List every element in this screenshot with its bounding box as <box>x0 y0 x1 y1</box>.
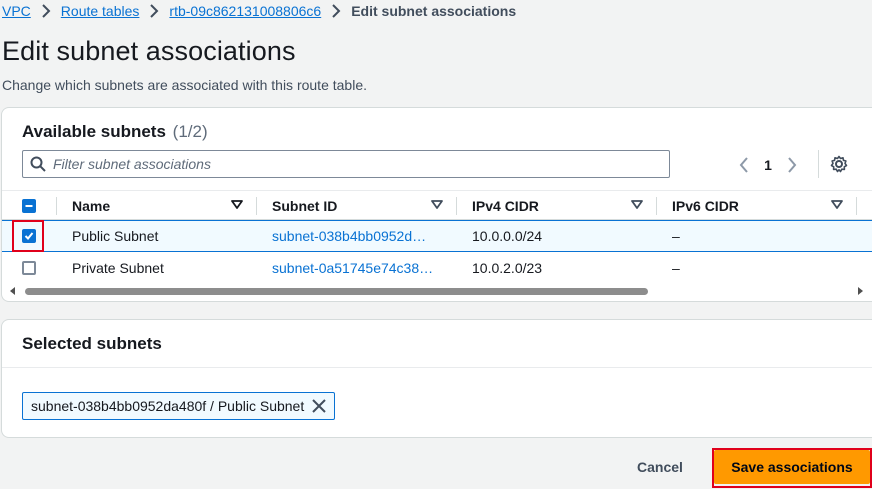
selection-count: (1/2) <box>172 122 208 141</box>
selected-subnets-panel: Selected subnets subnet-038b4bb0952da480… <box>1 319 872 438</box>
select-all-checkbox[interactable] <box>22 191 36 221</box>
column-label-name: Name <box>72 198 111 214</box>
horizontal-scrollbar[interactable] <box>2 284 872 298</box>
scroll-right-icon[interactable] <box>857 287 863 295</box>
selected-subnet-token: subnet-038b4bb0952da480f / Public Subnet <box>22 392 336 420</box>
save-button-highlight <box>712 448 872 488</box>
available-subnets-heading: Available subnets (1/2) <box>22 122 208 142</box>
cell-ipv6: – <box>672 228 680 244</box>
cell-subnet-id[interactable]: subnet-038b4bb0952d… <box>272 221 426 251</box>
sort-down-icon <box>231 200 243 209</box>
subnet-id-link[interactable]: subnet-038b4bb0952d… <box>272 228 426 244</box>
column-divider <box>656 197 657 215</box>
chevron-right-icon <box>31 4 61 18</box>
column-header-subnet-id[interactable]: Subnet ID <box>272 191 444 221</box>
column-header-name[interactable]: Name <box>72 191 244 221</box>
scroll-left-icon[interactable] <box>10 287 16 295</box>
column-label-ipv4: IPv4 CIDR <box>472 198 539 214</box>
filter-subnets-input[interactable] <box>53 152 669 176</box>
close-icon[interactable] <box>304 399 334 413</box>
previous-page-button[interactable] <box>732 157 756 173</box>
pager-divider <box>818 150 819 178</box>
selected-subnets-heading: Selected subnets <box>22 334 162 353</box>
scrollbar-thumb[interactable] <box>25 288 648 295</box>
sort-down-icon <box>631 200 643 209</box>
cell-name: Public Subnet <box>72 228 159 244</box>
chevron-right-icon <box>139 4 169 18</box>
table-row[interactable]: Public Subnet subnet-038b4bb0952d… 10.0.… <box>2 220 872 252</box>
breadcrumb-route-tables[interactable]: Route tables <box>61 3 140 19</box>
breadcrumb-vpc[interactable]: VPC <box>2 3 31 19</box>
row-checkbox[interactable] <box>22 252 36 284</box>
column-label-subnet-id: Subnet ID <box>272 198 338 214</box>
page-description: Change which subnets are associated with… <box>2 77 367 93</box>
gear-icon[interactable] <box>830 155 848 173</box>
column-header-ipv6[interactable]: IPv6 CIDR <box>672 191 844 221</box>
cell-ipv4: 10.0.0.0/24 <box>472 228 543 244</box>
checkbox-highlight <box>12 220 44 252</box>
cell-subnet-id[interactable]: subnet-0a51745e74c38… <box>272 252 433 284</box>
chevron-right-icon <box>321 4 351 18</box>
breadcrumb-route-table-id[interactable]: rtb-09c862131008806c6 <box>169 3 321 19</box>
column-label-ipv6: IPv6 CIDR <box>672 198 739 214</box>
available-subnets-title: Available subnets <box>22 122 166 141</box>
subnet-id-link[interactable]: subnet-0a51745e74c38… <box>272 260 433 276</box>
next-page-button[interactable] <box>780 157 804 173</box>
breadcrumb: VPC Route tables rtb-09c862131008806c6 E… <box>2 3 516 19</box>
table-header: Name Subnet ID IPv4 CIDR IPv6 CIDR <box>2 190 872 220</box>
column-divider <box>856 197 857 215</box>
sort-down-icon <box>831 200 843 209</box>
page-number[interactable]: 1 <box>756 157 780 173</box>
available-subnets-panel: Available subnets (1/2) 1 <box>1 107 872 302</box>
column-divider <box>456 197 457 215</box>
sort-down-icon <box>431 200 443 209</box>
panel-divider <box>2 367 872 368</box>
cell-ipv6: – <box>672 260 680 276</box>
cell-name: Private Subnet <box>72 260 164 276</box>
table-row[interactable]: Private Subnet subnet-0a51745e74c38… 10.… <box>2 252 872 284</box>
cell-ipv4: 10.0.2.0/23 <box>472 260 543 276</box>
pagination: 1 <box>732 154 804 176</box>
cancel-button[interactable]: Cancel <box>624 452 696 482</box>
filter-subnets-field[interactable] <box>22 150 670 178</box>
unchecked-checkbox[interactable] <box>22 261 36 275</box>
select-all-indeterminate[interactable] <box>22 199 36 213</box>
search-icon <box>23 156 53 172</box>
column-divider <box>56 197 57 215</box>
page-title: Edit subnet associations <box>2 36 296 66</box>
column-header-ipv4[interactable]: IPv4 CIDR <box>472 191 644 221</box>
breadcrumb-current: Edit subnet associations <box>351 3 517 19</box>
column-divider <box>256 197 257 215</box>
token-label: subnet-038b4bb0952da480f / Public Subnet <box>31 398 305 414</box>
